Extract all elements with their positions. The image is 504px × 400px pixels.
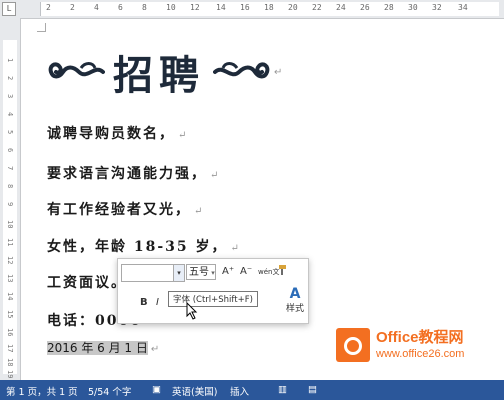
office-logo-icon	[336, 328, 370, 362]
font-size-value: 五号	[189, 267, 209, 278]
ruler-number: 8	[6, 184, 14, 189]
paragraph-mark: ↵	[210, 170, 221, 181]
body-line[interactable]: 诚聘导购员数名， ↵	[47, 123, 188, 143]
ruler-number: 34	[458, 3, 468, 12]
ruler-number: 16	[240, 3, 250, 12]
body-line[interactable]: 有工作经验者又光， ↵	[47, 199, 204, 219]
status-bar: 第 1 页，共 1 页 5/54 个字 ▣ 英语(美国) 插入 ▥ ▤	[0, 380, 504, 400]
ruler-number: 19	[6, 370, 14, 379]
ruler-text-area	[3, 40, 17, 374]
paragraph-mark: ↵	[178, 130, 189, 141]
styles-button[interactable]: A 样式	[286, 286, 304, 314]
ruler-number: 12	[190, 3, 200, 12]
margin-corner-mark	[37, 23, 46, 32]
ruler-number: 15	[6, 310, 14, 319]
ruler-number: 4	[6, 112, 14, 117]
ruler-number: 7	[6, 166, 14, 171]
ruler-number: 10	[6, 220, 14, 229]
ruler-number: 3	[6, 94, 14, 99]
horizontal-ruler[interactable]: L 2 2 4 6 8 10 12 14 16 18 20 22 24 26 2…	[0, 0, 504, 19]
selected-date-text: 2016 年 6 月 1 日	[47, 341, 148, 355]
insert-mode-status[interactable]: 插入	[230, 384, 249, 398]
language-status[interactable]: 英语(美国)	[172, 384, 217, 398]
ruler-number: 2	[70, 3, 75, 12]
ruler-number: 22	[312, 3, 322, 12]
ruler-number: 18	[264, 3, 274, 12]
grow-font-button[interactable]: A⁺	[222, 264, 234, 280]
ruler-number: 17	[6, 344, 14, 353]
ruler-number: 6	[118, 3, 123, 12]
ruler-number: 6	[6, 148, 14, 153]
paragraph-mark: ↵	[150, 344, 160, 355]
body-line-text: 女性，年龄 18-35 岁，	[47, 239, 228, 255]
tab-selector[interactable]: L	[2, 2, 16, 16]
ruler-number: 5	[6, 130, 14, 135]
ruler-number: 13	[6, 274, 14, 283]
ruler-number: 26	[360, 3, 370, 12]
shrink-font-button[interactable]: A⁻	[240, 264, 252, 280]
ruler-number: 18	[6, 358, 14, 367]
ruler-number: 14	[6, 292, 14, 301]
paragraph-mark: ↵	[274, 66, 283, 78]
paragraph-mark: ↵	[194, 206, 205, 217]
mouse-pointer-icon	[186, 301, 198, 324]
ruler-number: 4	[94, 3, 99, 12]
font-dropdown-arrow[interactable]: ▾	[173, 264, 185, 282]
ruler-number: 28	[384, 3, 394, 12]
watermark-url: www.office26.com	[376, 348, 465, 360]
mini-toolbar: ▾ 五号 ▾ A⁺ A⁻ wén文 A 样式 B I U 字体 (Ctrl+Sh…	[117, 258, 309, 324]
body-line-text: 有工作经验者又光，	[47, 202, 191, 218]
format-painter-icon[interactable]	[276, 264, 288, 280]
right-swirl-ornament	[213, 58, 271, 86]
ruler-number: 32	[432, 3, 442, 12]
ruler-number: 30	[408, 3, 418, 12]
ruler-number: 11	[6, 238, 14, 247]
site-watermark: Office教程网 www.office26.com	[336, 324, 504, 380]
date-line[interactable]: 2016 年 6 月 1 日 ↵	[47, 339, 159, 356]
font-tooltip: 字体 (Ctrl+Shift+F)	[168, 291, 258, 307]
ruler-number: 24	[336, 3, 346, 12]
italic-button[interactable]: I	[156, 295, 159, 311]
read-mode-view-icon[interactable]: ▥	[278, 384, 287, 395]
bold-button[interactable]: B	[140, 295, 148, 311]
body-line[interactable]: 女性，年龄 18-35 岁， ↵	[47, 236, 241, 256]
ruler-number: 2	[6, 76, 14, 81]
body-line-text: 诚聘导购员数名，	[47, 126, 175, 142]
ruler-number: 9	[6, 202, 14, 207]
watermark-title: Office教程网	[376, 329, 464, 346]
ruler-number: 12	[6, 256, 14, 265]
proofing-icon[interactable]: ▣	[152, 384, 161, 395]
paragraph-mark: ↵	[230, 243, 241, 254]
styles-icon: A	[289, 286, 301, 302]
ruler-number: 8	[142, 3, 147, 12]
vertical-ruler[interactable]: 1 2 3 4 5 6 7 8 9 10 11 12 13 14 15 16 1…	[0, 18, 21, 380]
print-layout-view-icon[interactable]: ▤	[308, 384, 317, 395]
font-name-box[interactable]	[121, 264, 175, 282]
ruler-number: 2	[46, 3, 51, 12]
body-line-text: 工资面议。	[47, 275, 127, 291]
ruler-number: 10	[166, 3, 176, 12]
body-line-text: 要求语言沟通能力强，	[47, 166, 207, 182]
word-count-status[interactable]: 5/54 个字	[88, 384, 131, 398]
page-count-status[interactable]: 第 1 页，共 1 页	[6, 384, 78, 398]
ruler-number: 1	[6, 58, 14, 63]
document-title[interactable]: 招聘	[113, 43, 205, 101]
left-swirl-ornament	[47, 58, 105, 86]
ruler-number: 14	[216, 3, 226, 12]
ruler-number: 20	[288, 3, 298, 12]
body-line[interactable]: 要求语言沟通能力强， ↵	[47, 163, 220, 183]
ruler-number: 16	[6, 328, 14, 337]
styles-label: 样式	[286, 304, 305, 314]
font-size-box[interactable]: 五号 ▾	[186, 264, 216, 280]
title-block: 招聘 ↵	[47, 47, 283, 99]
